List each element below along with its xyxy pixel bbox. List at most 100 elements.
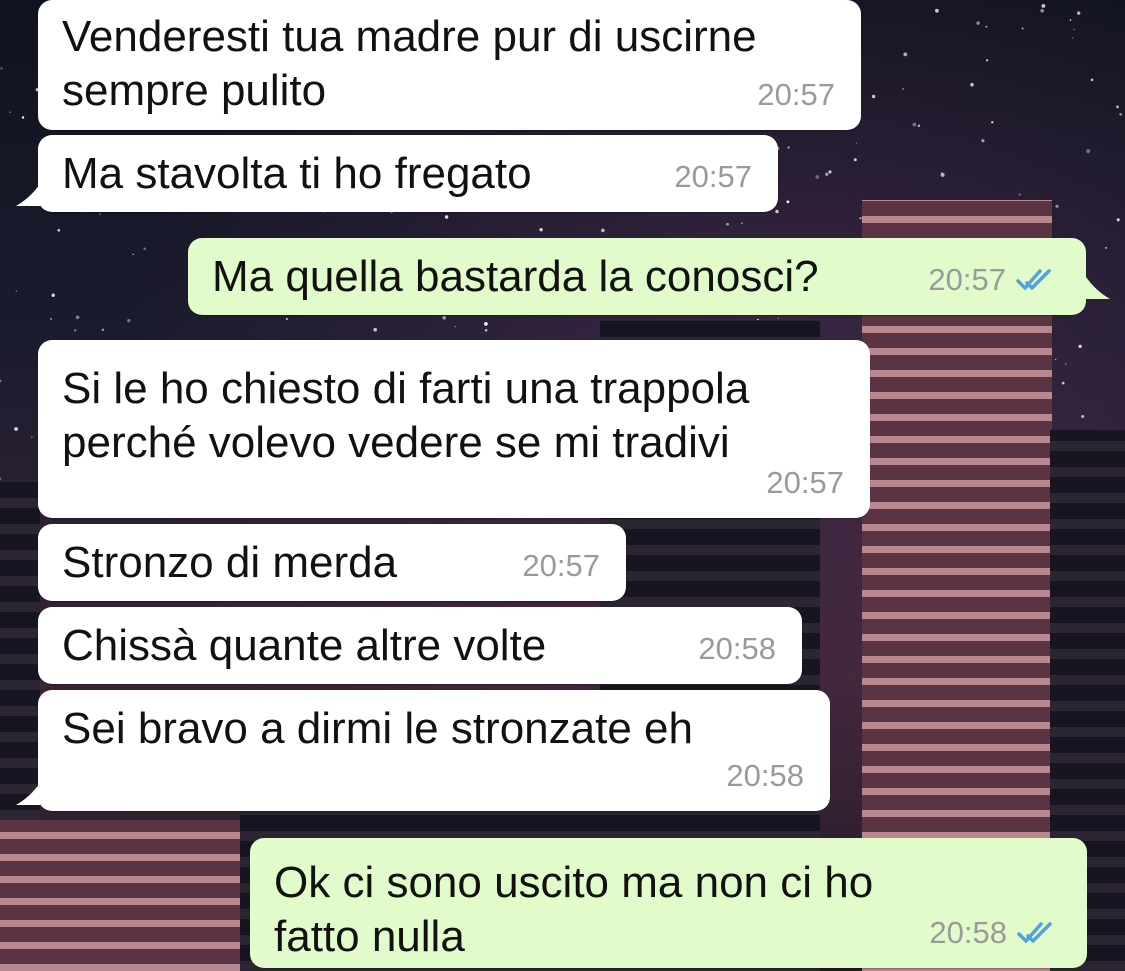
message-text: Sei bravo a dirmi le stronzate eh — [62, 704, 693, 753]
star — [1116, 218, 1120, 222]
star — [285, 317, 288, 321]
star — [99, 213, 101, 216]
star — [0, 67, 3, 70]
building-left — [0, 480, 40, 820]
star — [127, 319, 131, 323]
star — [14, 427, 18, 431]
star — [1061, 381, 1065, 385]
bubble-tail-icon — [1086, 277, 1110, 299]
star — [484, 328, 488, 332]
star — [726, 222, 729, 226]
star — [917, 124, 921, 127]
message-text: Chissà quante altre volte — [62, 621, 547, 670]
low-building — [0, 820, 260, 971]
message-bubble-incoming[interactable]: Stronzo di merda 20:57 — [38, 524, 626, 601]
star — [1081, 414, 1085, 419]
double-check-read-icon — [1016, 269, 1051, 291]
star — [815, 175, 820, 179]
message-time: 20:57 — [674, 159, 752, 194]
message-text: Ma stavolta ti ho fregato — [62, 149, 532, 198]
star — [986, 59, 989, 62]
star — [855, 142, 857, 144]
star — [970, 82, 974, 87]
message-time: 20:57 — [522, 548, 600, 583]
message-bubble-incoming[interactable]: Chissà quante altre volte 20:58 — [38, 607, 802, 684]
star — [1119, 112, 1123, 116]
message-meta: 20:57 — [522, 539, 600, 593]
star — [132, 253, 134, 255]
message-text: Venderesti tua madre pur di uscirne semp… — [62, 12, 757, 115]
star — [15, 290, 17, 292]
star — [1078, 344, 1082, 349]
star — [1116, 105, 1119, 109]
star — [1090, 78, 1094, 82]
message-meta: 20:58 — [726, 749, 804, 803]
star — [903, 52, 908, 57]
star — [539, 228, 543, 232]
star — [0, 379, 2, 383]
message-bubble-incoming[interactable]: Si le ho chiesto di farti una trappola p… — [38, 340, 870, 518]
message-meta: 20:57 — [757, 68, 835, 122]
star — [57, 228, 61, 232]
star — [828, 170, 832, 174]
star — [1069, 19, 1072, 21]
bubble-tail-icon — [16, 184, 40, 206]
star — [1073, 28, 1075, 31]
message-text: Si le ho chiesto di farti una trappola p… — [62, 364, 750, 467]
message-bubble-outgoing[interactable]: Ma quella bastarda la conosci? 20:57 — [188, 238, 1086, 315]
message-bubble-outgoing[interactable]: Ok ci sono uscito ma non ci ho fatto nul… — [250, 838, 1087, 968]
star — [787, 146, 790, 149]
message-bubble-incoming[interactable]: Ma stavolta ti ho fregato 20:57 — [38, 135, 778, 212]
star — [991, 121, 994, 124]
message-meta: 20:57 — [674, 150, 752, 204]
star — [902, 88, 904, 90]
star — [786, 200, 790, 204]
star — [1021, 27, 1024, 30]
star — [51, 293, 55, 297]
star — [1054, 358, 1057, 361]
star — [825, 172, 829, 176]
star — [21, 116, 25, 119]
message-bubble-incoming[interactable]: Venderesti tua madre pur di uscirne semp… — [38, 0, 861, 130]
star — [1041, 3, 1046, 8]
star — [1086, 149, 1091, 154]
star — [1055, 204, 1059, 208]
star — [1072, 36, 1074, 39]
message-time: 20:57 — [766, 465, 844, 500]
star — [1040, 8, 1045, 13]
message-meta: 20:58 — [929, 906, 1061, 960]
star — [373, 327, 378, 332]
star — [444, 215, 449, 219]
message-time: 20:57 — [757, 77, 835, 112]
message-meta: 20:57 — [928, 253, 1060, 307]
star — [454, 326, 456, 328]
star — [31, 436, 33, 438]
star — [976, 21, 980, 25]
message-meta: 20:57 — [766, 456, 844, 510]
star — [775, 209, 779, 214]
star — [912, 122, 917, 127]
star — [777, 317, 780, 319]
star — [9, 111, 11, 113]
message-text: Stronzo di merda — [62, 538, 398, 587]
star — [143, 247, 147, 251]
star — [871, 94, 876, 99]
star — [853, 158, 857, 162]
message-time: 20:58 — [726, 758, 804, 793]
star — [484, 322, 488, 326]
double-check-read-icon — [1017, 922, 1052, 944]
message-meta: 20:58 — [698, 622, 776, 676]
star — [1018, 193, 1021, 196]
star — [73, 329, 77, 332]
star — [442, 316, 446, 320]
message-bubble-incoming[interactable]: Sei bravo a dirmi le stronzate eh 20:58 — [38, 690, 830, 811]
star — [101, 328, 105, 331]
star — [1105, 246, 1108, 249]
star — [601, 228, 605, 233]
star — [981, 139, 985, 143]
star — [935, 8, 939, 13]
message-time: 20:58 — [698, 631, 776, 666]
bubble-tail-icon — [16, 783, 40, 805]
star — [940, 172, 945, 177]
star — [1077, 11, 1081, 15]
